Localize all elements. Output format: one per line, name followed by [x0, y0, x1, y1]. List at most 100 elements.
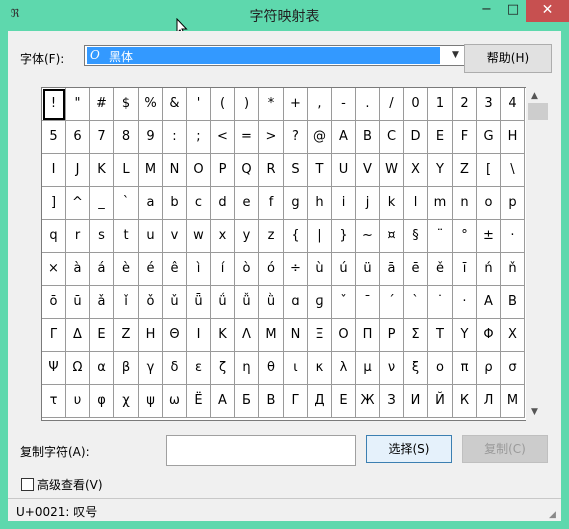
- character-cell[interactable]: ě: [428, 253, 453, 286]
- character-cell[interactable]: ɡ: [308, 286, 332, 319]
- character-cell[interactable]: u: [139, 220, 163, 253]
- character-cell[interactable]: <: [211, 121, 235, 154]
- character-cell[interactable]: =: [235, 121, 259, 154]
- character-cell[interactable]: %: [139, 88, 163, 121]
- character-cell[interactable]: J: [66, 154, 90, 187]
- character-cell[interactable]: ǒ: [139, 286, 163, 319]
- scroll-down-icon[interactable]: ▼: [526, 407, 543, 417]
- character-cell[interactable]: 2: [453, 88, 477, 121]
- character-cell[interactable]: Ζ: [114, 319, 139, 352]
- character-cell[interactable]: s: [90, 220, 114, 253]
- character-cell[interactable]: v: [163, 220, 187, 253]
- character-cell[interactable]: Ψ: [42, 352, 66, 385]
- character-cell[interactable]: ō: [42, 286, 66, 319]
- character-cell[interactable]: Ξ: [308, 319, 332, 352]
- character-cell[interactable]: @: [308, 121, 332, 154]
- character-cell[interactable]: A: [332, 121, 356, 154]
- character-cell[interactable]: ': [187, 88, 211, 121]
- character-cell[interactable]: $: [114, 88, 139, 121]
- character-cell[interactable]: í: [211, 253, 235, 286]
- character-cell[interactable]: И: [404, 385, 428, 418]
- character-cell[interactable]: K: [90, 154, 114, 187]
- character-cell[interactable]: á: [90, 253, 114, 286]
- character-cell[interactable]: ó: [259, 253, 284, 286]
- character-cell[interactable]: З: [380, 385, 404, 418]
- character-cell[interactable]: a: [139, 187, 163, 220]
- character-cell[interactable]: Μ: [259, 319, 284, 352]
- character-cell[interactable]: ǐ: [114, 286, 139, 319]
- character-cell[interactable]: ˉ: [356, 286, 380, 319]
- character-cell[interactable]: ~: [356, 220, 380, 253]
- character-cell[interactable]: {: [284, 220, 308, 253]
- character-cell[interactable]: P: [211, 154, 235, 187]
- character-cell[interactable]: Ε: [90, 319, 114, 352]
- help-button[interactable]: 帮助(H): [464, 44, 552, 73]
- character-cell[interactable]: V: [356, 154, 380, 187]
- character-cell[interactable]: E: [428, 121, 453, 154]
- character-cell[interactable]: ǚ: [235, 286, 259, 319]
- character-cell[interactable]: Ё: [187, 385, 211, 418]
- character-cell[interactable]: U: [332, 154, 356, 187]
- character-cell[interactable]: ɑ: [284, 286, 308, 319]
- character-cell[interactable]: F: [453, 121, 477, 154]
- character-cell[interactable]: \: [501, 154, 525, 187]
- character-cell[interactable]: (: [211, 88, 235, 121]
- character-cell[interactable]: ˊ: [380, 286, 404, 319]
- character-cell[interactable]: ê: [163, 253, 187, 286]
- character-cell[interactable]: &: [163, 88, 187, 121]
- character-cell[interactable]: η: [235, 352, 259, 385]
- character-cell[interactable]: O: [187, 154, 211, 187]
- character-cell[interactable]: n: [453, 187, 477, 220]
- character-cell[interactable]: ˇ: [332, 286, 356, 319]
- character-cell[interactable]: γ: [139, 352, 163, 385]
- character-cell[interactable]: §: [404, 220, 428, 253]
- character-cell[interactable]: S: [284, 154, 308, 187]
- close-button[interactable]: ✕: [526, 0, 569, 22]
- character-cell[interactable]: ξ: [404, 352, 428, 385]
- character-cell[interactable]: ň: [501, 253, 525, 286]
- character-cell[interactable]: é: [139, 253, 163, 286]
- character-cell[interactable]: f: [259, 187, 284, 220]
- character-cell[interactable]: Q: [235, 154, 259, 187]
- resize-grip-icon[interactable]: ◢: [549, 510, 559, 520]
- character-cell[interactable]: Β: [501, 286, 525, 319]
- character-cell[interactable]: c: [187, 187, 211, 220]
- character-cell[interactable]: r: [66, 220, 90, 253]
- character-cell[interactable]: ù: [308, 253, 332, 286]
- character-cell[interactable]: °: [453, 220, 477, 253]
- character-cell[interactable]: π: [453, 352, 477, 385]
- minimize-button[interactable]: −: [473, 0, 500, 22]
- character-cell[interactable]: 0: [404, 88, 428, 121]
- character-cell[interactable]: ǎ: [90, 286, 114, 319]
- character-cell[interactable]: Τ: [428, 319, 453, 352]
- character-cell[interactable]: p: [501, 187, 525, 220]
- character-cell[interactable]: ±: [477, 220, 501, 253]
- character-cell[interactable]: *: [259, 88, 284, 121]
- character-cell[interactable]: Λ: [235, 319, 259, 352]
- character-cell[interactable]: ǜ: [259, 286, 284, 319]
- character-cell[interactable]: α: [90, 352, 114, 385]
- character-cell[interactable]: А: [211, 385, 235, 418]
- copy-characters-input[interactable]: [166, 435, 356, 466]
- character-cell[interactable]: Z: [453, 154, 477, 187]
- character-cell[interactable]: |: [308, 220, 332, 253]
- character-cell[interactable]: k: [380, 187, 404, 220]
- character-cell[interactable]: ¨: [428, 220, 453, 253]
- character-cell[interactable]: è: [114, 253, 139, 286]
- character-cell[interactable]: ā: [380, 253, 404, 286]
- character-cell[interactable]: y: [235, 220, 259, 253]
- character-cell[interactable]: 6: [66, 121, 90, 154]
- character-cell[interactable]: Ж: [356, 385, 380, 418]
- character-cell[interactable]: d: [211, 187, 235, 220]
- character-cell[interactable]: Γ: [42, 319, 66, 352]
- character-cell[interactable]: θ: [259, 352, 284, 385]
- character-cell[interactable]: ι: [284, 352, 308, 385]
- character-cell[interactable]: Δ: [66, 319, 90, 352]
- advanced-view-label[interactable]: 高级查看(V): [37, 476, 103, 493]
- title-bar[interactable]: ℜ 字符映射表 − □ ✕: [0, 0, 569, 31]
- character-cell[interactable]: Л: [477, 385, 501, 418]
- character-cell[interactable]: β: [114, 352, 139, 385]
- character-cell[interactable]: b: [163, 187, 187, 220]
- character-cell[interactable]: g: [284, 187, 308, 220]
- character-cell[interactable]: Φ: [477, 319, 501, 352]
